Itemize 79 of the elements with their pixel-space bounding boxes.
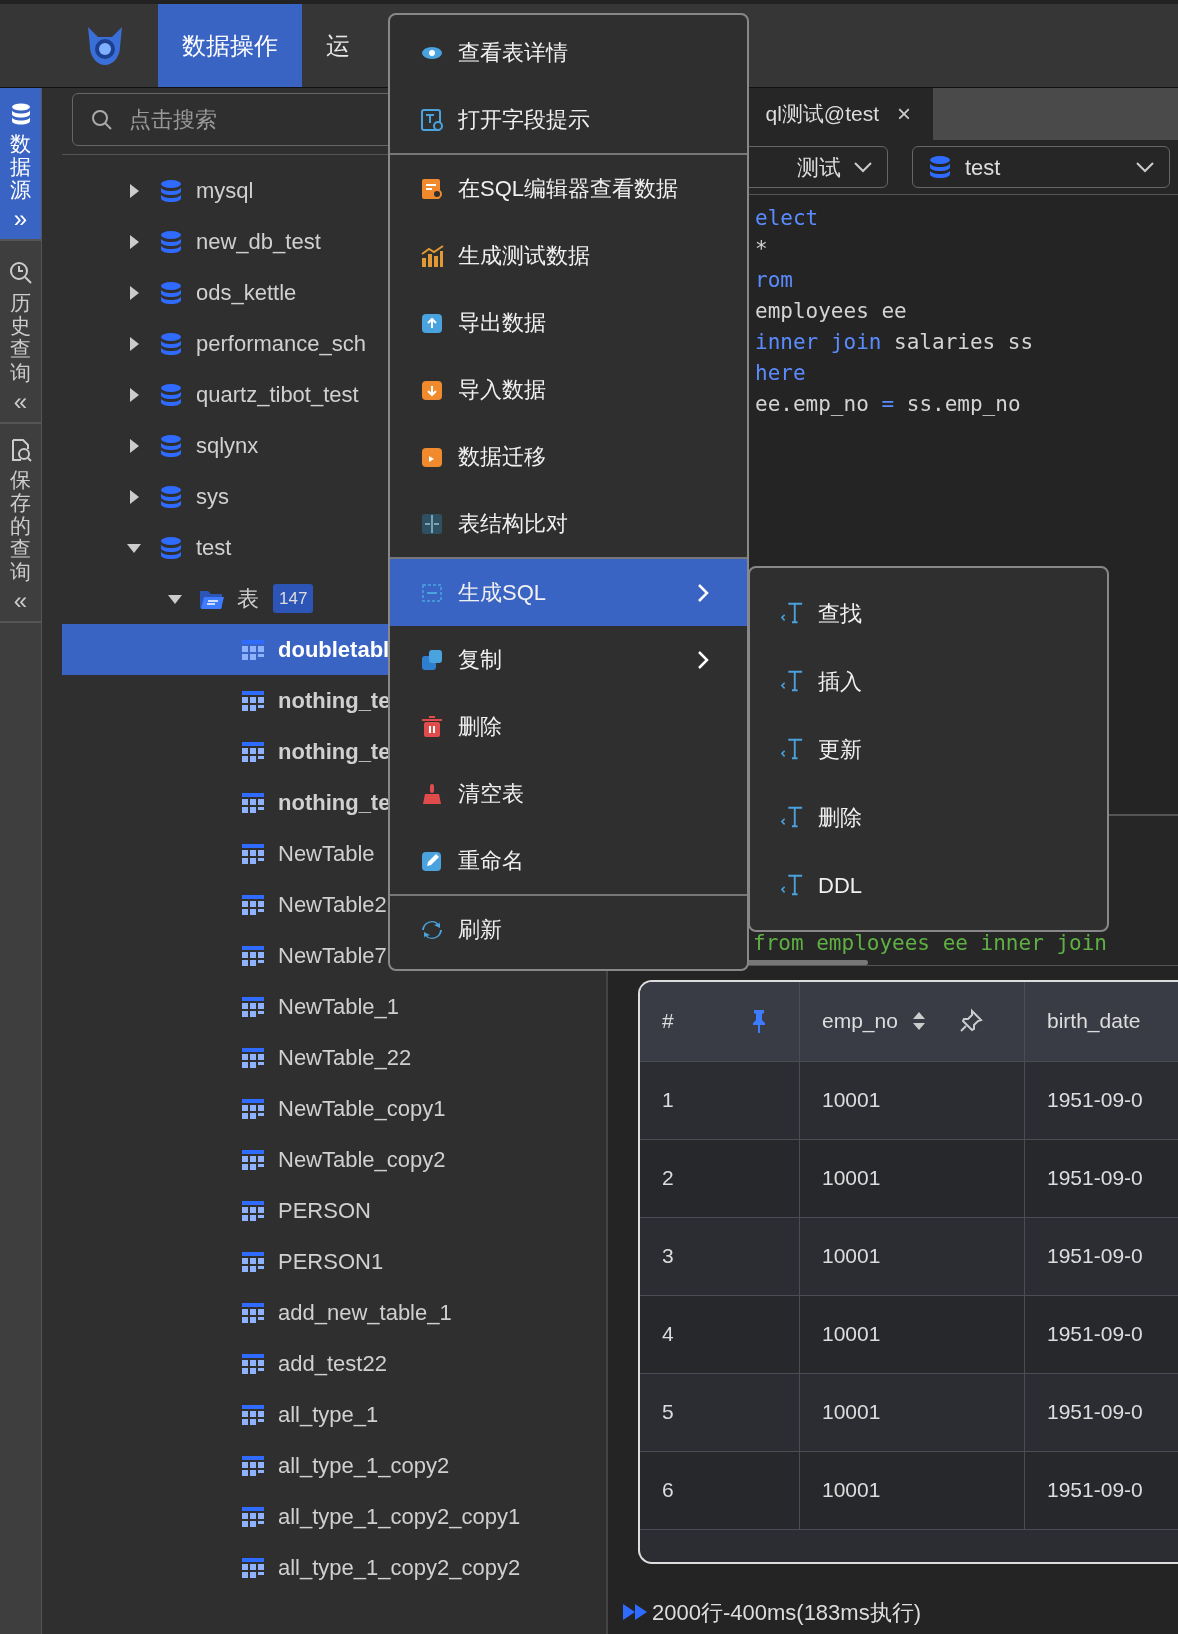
menu-label: 打开字段提示 — [458, 106, 590, 134]
menu-label: 数据迁移 — [458, 443, 546, 471]
tree-label: nothing_te — [278, 738, 391, 766]
menu-label: 生成测试数据 — [458, 242, 590, 270]
tree-label: PERSON1 — [278, 1248, 384, 1276]
code-line: here — [755, 360, 807, 387]
menu-label: 生成SQL — [458, 579, 547, 607]
tree-label: all_type_1_copy2_copy2 — [278, 1554, 521, 1582]
tree-label: sqlynx — [196, 432, 259, 460]
menu-label: 查看表详情 — [458, 39, 568, 67]
sql-history-line: from employees ee inner join — [753, 930, 1107, 955]
status-text: 2000行-400ms(183ms执行) — [652, 1598, 921, 1627]
rail-label: 历史查询 — [10, 291, 31, 384]
table-cell: 10001 — [800, 1139, 1025, 1218]
menu-label: 导出数据 — [458, 309, 546, 337]
table-cell: 10001 — [800, 1217, 1025, 1296]
tree-label: NewTable_1 — [278, 993, 400, 1021]
menu-label: 表结构比对 — [458, 510, 568, 538]
tree-label: PERSON — [278, 1197, 371, 1225]
table-cell: 1 — [640, 1061, 800, 1140]
code-line: * — [755, 236, 769, 263]
code-line: ee.emp_no = ss.emp_no — [755, 391, 1022, 418]
tree-label: all_type_1_copy2 — [278, 1452, 450, 1480]
table-cell: 4 — [640, 1295, 800, 1374]
code-line: employees ee — [755, 298, 908, 325]
tree-label: mysql — [196, 177, 254, 205]
table-cell: 10001 — [800, 1451, 1025, 1530]
table-cell: 10001 — [800, 1295, 1025, 1374]
menu-label: 刷新 — [458, 916, 502, 944]
menu-label: 清空表 — [458, 780, 524, 808]
table-cell: 2 — [640, 1139, 800, 1218]
tree-label: ods_kettle — [196, 279, 297, 307]
tree-label: new_db_test — [196, 228, 321, 256]
table-cell: 1951-09-0 — [1025, 1139, 1178, 1218]
header-label: # — [662, 1008, 674, 1035]
tree-label: NewTable_22 — [278, 1044, 412, 1072]
tree-label: performance_sch — [196, 330, 366, 358]
rail-label: 保存的查询 — [10, 467, 31, 584]
code-line: elect — [755, 205, 820, 232]
tree-label: sys — [196, 483, 229, 511]
tree-label: NewTable — [278, 840, 375, 868]
tree-label: all_type_1_copy2_copy1 — [278, 1503, 521, 1531]
code-line: rom — [755, 267, 794, 294]
count-badge: 147 — [273, 583, 314, 614]
menu-label: 导入数据 — [458, 376, 546, 404]
table-cell: 10001 — [800, 1061, 1025, 1140]
tree-label: doubletabl — [278, 636, 390, 664]
table-cell: 1951-09-0 — [1025, 1451, 1178, 1530]
tree-label: nothing_te — [278, 789, 391, 817]
tree-label: NewTable_copy1 — [278, 1095, 446, 1123]
tree-label: all_type_1 — [278, 1401, 379, 1429]
tree-label: NewTable_copy2 — [278, 1146, 446, 1174]
table-cell: 5 — [640, 1373, 800, 1452]
tree-label: add_test22 — [278, 1350, 387, 1378]
table-cell: 10001 — [800, 1373, 1025, 1452]
header-label: emp_no — [822, 1008, 898, 1035]
table-cell: 1951-09-0 — [1025, 1295, 1178, 1374]
header-label: birth_date — [1047, 1008, 1141, 1035]
tab-title: ql测试@test — [765, 101, 879, 128]
table-cell: 3 — [640, 1217, 800, 1296]
tree-label: quartz_tibot_test — [196, 381, 359, 409]
select-value: 测试 — [797, 153, 841, 182]
table-cell: 6 — [640, 1451, 800, 1530]
select-value: test — [965, 153, 1001, 182]
menu-label: 删除 — [458, 713, 502, 741]
tree-label: 表 — [237, 585, 259, 613]
tree-label: test — [196, 534, 232, 562]
menu-label: DDL — [818, 871, 862, 900]
menu-label: 插入 — [818, 667, 862, 696]
menu-label: 重命名 — [458, 847, 524, 875]
tree-label: add_new_table_1 — [278, 1299, 452, 1327]
menu-label: 更新 — [818, 735, 862, 764]
menu-label: 查找 — [818, 599, 862, 628]
menu-label: 复制 — [458, 646, 502, 674]
tree-label: NewTable2 — [278, 891, 387, 919]
tree-label: nothing_te — [278, 687, 391, 715]
rail-label: 数据源 — [10, 132, 31, 202]
code-line: inner join salaries ss — [755, 329, 1035, 356]
tree-label: NewTable7 — [278, 942, 387, 970]
